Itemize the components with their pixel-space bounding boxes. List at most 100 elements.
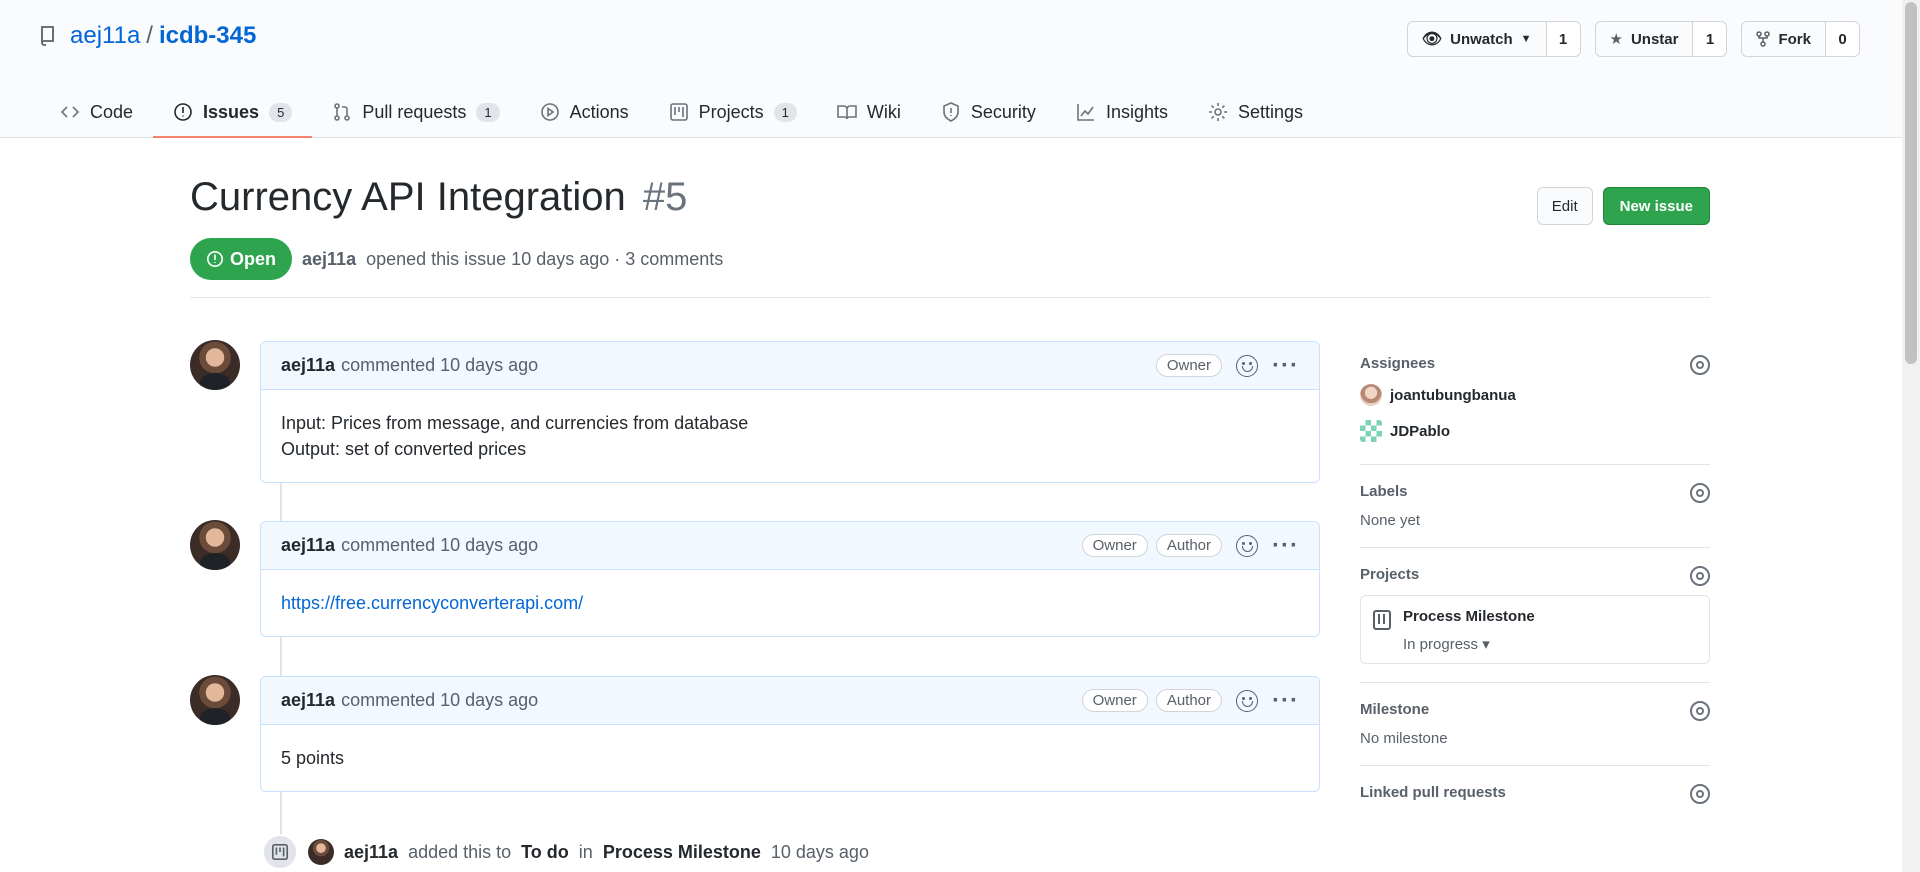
fork-icon — [1756, 31, 1771, 47]
issue-opened-icon — [206, 250, 224, 268]
page-scrollbar[interactable] — [1902, 0, 1920, 872]
issue-opened-icon — [174, 103, 192, 121]
gear-icon — [1208, 103, 1227, 121]
comment-author[interactable]: aej11a — [281, 535, 335, 556]
tab-pull-requests-count: 1 — [476, 102, 500, 122]
event-project-link[interactable]: Process Milestone — [603, 842, 761, 863]
tab-settings[interactable]: Settings — [1188, 88, 1323, 138]
owner-badge: Owner — [1081, 534, 1148, 557]
gear-icon[interactable] — [1690, 483, 1710, 503]
state-badge: Open — [190, 238, 293, 280]
kebab-icon[interactable]: ··· — [1272, 353, 1299, 377]
author-badge: Author — [1155, 689, 1223, 712]
pull-request-icon — [334, 103, 351, 121]
fork-button[interactable]: Fork — [1742, 22, 1825, 56]
repo-name-link[interactable]: icdb-345 — [159, 22, 256, 50]
tab-code-label: Code — [90, 101, 134, 122]
tab-security-label: Security — [970, 101, 1036, 122]
play-icon — [540, 103, 559, 121]
comment-line: Input: Prices from message, and currenci… — [281, 413, 749, 433]
graph-icon — [1077, 104, 1094, 121]
header-divider — [190, 297, 1710, 298]
unstar-label: Unstar — [1630, 30, 1679, 48]
avatar[interactable] — [190, 675, 240, 725]
comment-body: Input: Prices from message, and currenci… — [261, 390, 1319, 482]
fork-group: Fork 0 — [1741, 21, 1860, 57]
unstar-button[interactable]: ★ Unstar — [1596, 22, 1693, 56]
issue-meta: Open aej11a opened this issue 10 days ag… — [190, 238, 723, 280]
projects-section: Projects Process Milestone In progress ▾ — [1360, 566, 1710, 683]
issue-header: Currency API Integration #5 Edit New iss… — [190, 175, 1710, 280]
comment-author[interactable]: aej11a — [281, 690, 335, 711]
watch-count[interactable]: 1 — [1545, 22, 1580, 56]
timeline-event: aej11a added this to To do in Process Mi… — [262, 834, 869, 870]
issue-page: aej11a / icdb-345 👁 Unwatch ▼ 1 ★ Unstar… — [0, 0, 1920, 872]
comment-time[interactable]: commented 10 days ago — [341, 355, 538, 376]
tab-projects-count: 1 — [773, 102, 797, 122]
gear-icon[interactable] — [1690, 784, 1710, 804]
smiley-icon[interactable] — [1236, 689, 1259, 712]
shield-icon — [943, 102, 959, 122]
avatar[interactable] — [190, 340, 240, 390]
smiley-icon[interactable] — [1236, 354, 1259, 377]
edit-button[interactable]: Edit — [1536, 187, 1593, 225]
assignee[interactable]: JDPablo — [1360, 420, 1710, 442]
linked-pull-requests-heading: Linked pull requests — [1360, 784, 1506, 801]
author-badge: Author — [1155, 534, 1223, 557]
issue-meta-text: opened this issue 10 days ago · 3 commen… — [366, 248, 724, 269]
smiley-icon[interactable] — [1236, 534, 1259, 557]
tab-wiki-label: Wiki — [866, 101, 901, 122]
tab-actions-label: Actions — [569, 101, 629, 122]
unwatch-label: Unwatch — [1450, 30, 1513, 48]
tab-security[interactable]: Security — [921, 88, 1056, 138]
tab-code[interactable]: Code — [40, 88, 153, 138]
comment-author[interactable]: aej11a — [281, 355, 335, 376]
repo-owner-link[interactable]: aej11a — [70, 22, 140, 50]
comment-link[interactable]: https://free.currencyconverterapi.com/ — [281, 593, 583, 613]
unwatch-button[interactable]: 👁 Unwatch ▼ — [1408, 22, 1546, 56]
avatar[interactable] — [190, 520, 240, 570]
linked-pull-requests-section: Linked pull requests — [1360, 784, 1710, 831]
project-name-link[interactable]: Process Milestone — [1403, 608, 1535, 625]
event-actor[interactable]: aej11a — [344, 842, 398, 863]
gear-icon[interactable] — [1690, 701, 1710, 721]
star-count[interactable]: 1 — [1692, 22, 1727, 56]
repo-icon — [41, 26, 54, 46]
comment-body: https://free.currencyconverterapi.com/ — [261, 570, 1319, 636]
gear-icon[interactable] — [1690, 566, 1710, 586]
fork-count[interactable]: 0 — [1825, 22, 1859, 56]
event-time[interactable]: 10 days ago — [771, 842, 869, 863]
comment-time[interactable]: commented 10 days ago — [341, 690, 538, 711]
tab-pull-requests-label: Pull requests — [362, 101, 467, 122]
comment-header: aej11a commented 10 days ago Owner ··· — [261, 342, 1319, 390]
kebab-icon[interactable]: ··· — [1272, 533, 1299, 557]
code-icon — [60, 106, 80, 118]
gear-icon[interactable] — [1690, 355, 1710, 375]
comment-line: 5 points — [281, 748, 345, 768]
project-status-dropdown[interactable]: In progress ▾ — [1403, 635, 1535, 653]
repo-tabs: Code Issues 5 Pull requests 1 Actions Pr… — [40, 88, 1323, 138]
comment-header: aej11a commented 10 days ago Owner Autho… — [261, 677, 1319, 725]
issue-sidebar: Assignees joantubungbanua JDPablo Labels… — [1360, 355, 1710, 849]
comment-time[interactable]: commented 10 days ago — [341, 535, 538, 556]
scrollbar-thumb[interactable] — [1905, 2, 1917, 364]
avatar[interactable] — [308, 839, 334, 865]
assignee[interactable]: joantubungbanua — [1360, 384, 1710, 406]
owner-badge: Owner — [1081, 689, 1148, 712]
tab-pull-requests[interactable]: Pull requests 1 — [312, 88, 519, 138]
state-label: Open — [230, 248, 277, 269]
tab-actions[interactable]: Actions — [520, 88, 649, 138]
kebab-icon[interactable]: ··· — [1272, 688, 1299, 712]
issue-author-link[interactable]: aej11a — [302, 249, 356, 270]
avatar — [1360, 384, 1382, 406]
tab-settings-label: Settings — [1237, 101, 1304, 122]
new-issue-button[interactable]: New issue — [1602, 187, 1710, 225]
repo-title: aej11a / icdb-345 — [40, 22, 256, 50]
tab-projects[interactable]: Projects 1 — [649, 88, 817, 138]
repo-separator: / — [146, 22, 153, 49]
comment-body: 5 points — [261, 725, 1319, 791]
tab-issues[interactable]: Issues 5 — [153, 88, 313, 138]
comment: aej11a commented 10 days ago Owner ··· I… — [260, 341, 1320, 483]
tab-wiki[interactable]: Wiki — [817, 88, 921, 138]
tab-insights[interactable]: Insights — [1056, 88, 1188, 138]
